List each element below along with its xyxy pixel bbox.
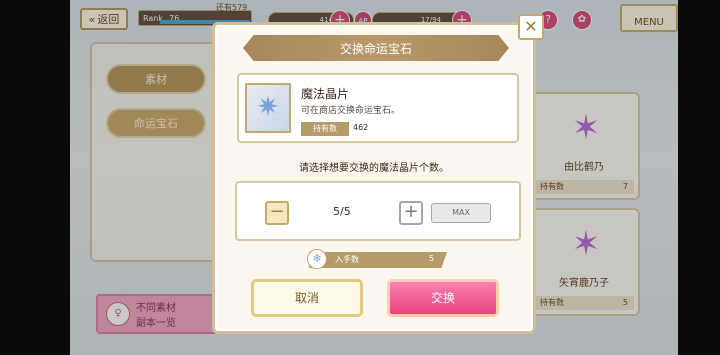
game-screen: « 返回 Rank 76 还有579 414 + AP 17/94 + ? ✿ … [0,0,720,355]
acquire-value: 5 [429,254,435,263]
item-info-box: ✷ 魔法晶片 可在商店交换命运宝石。 持有数 462 [237,73,519,143]
acquire-bar [309,252,447,268]
exchange-button[interactable]: 交换 [387,279,499,317]
quantity-selector: − 5/5 + MAX [235,181,521,241]
item-description: 可在商店交换命运宝石。 [301,106,401,116]
hold-label: 持有数 [301,122,349,136]
acquire-label: 入手数 [335,255,359,264]
cancel-button[interactable]: 取消 [251,279,363,317]
plus-button[interactable]: + [399,201,423,225]
exchange-dialog: 交换命运宝石 ✷ 魔法晶片 可在商店交换命运宝石。 持有数 462 请选择想要交… [212,22,536,334]
item-name: 魔法晶片 [301,87,350,101]
magic-chip-icon: ✷ [245,83,291,133]
quantity-value: 5/5 [333,205,351,218]
close-icon[interactable]: ✕ [518,14,544,40]
quantity-prompt: 请选择想要交换的魔法晶片个数。 [299,163,449,174]
crystal-icon: ❄ [307,249,327,269]
dialog-title: 交换命运宝石 [243,35,509,61]
hold-value: 462 [353,123,369,132]
max-button[interactable]: MAX [431,203,491,223]
minus-button[interactable]: − [265,201,289,225]
